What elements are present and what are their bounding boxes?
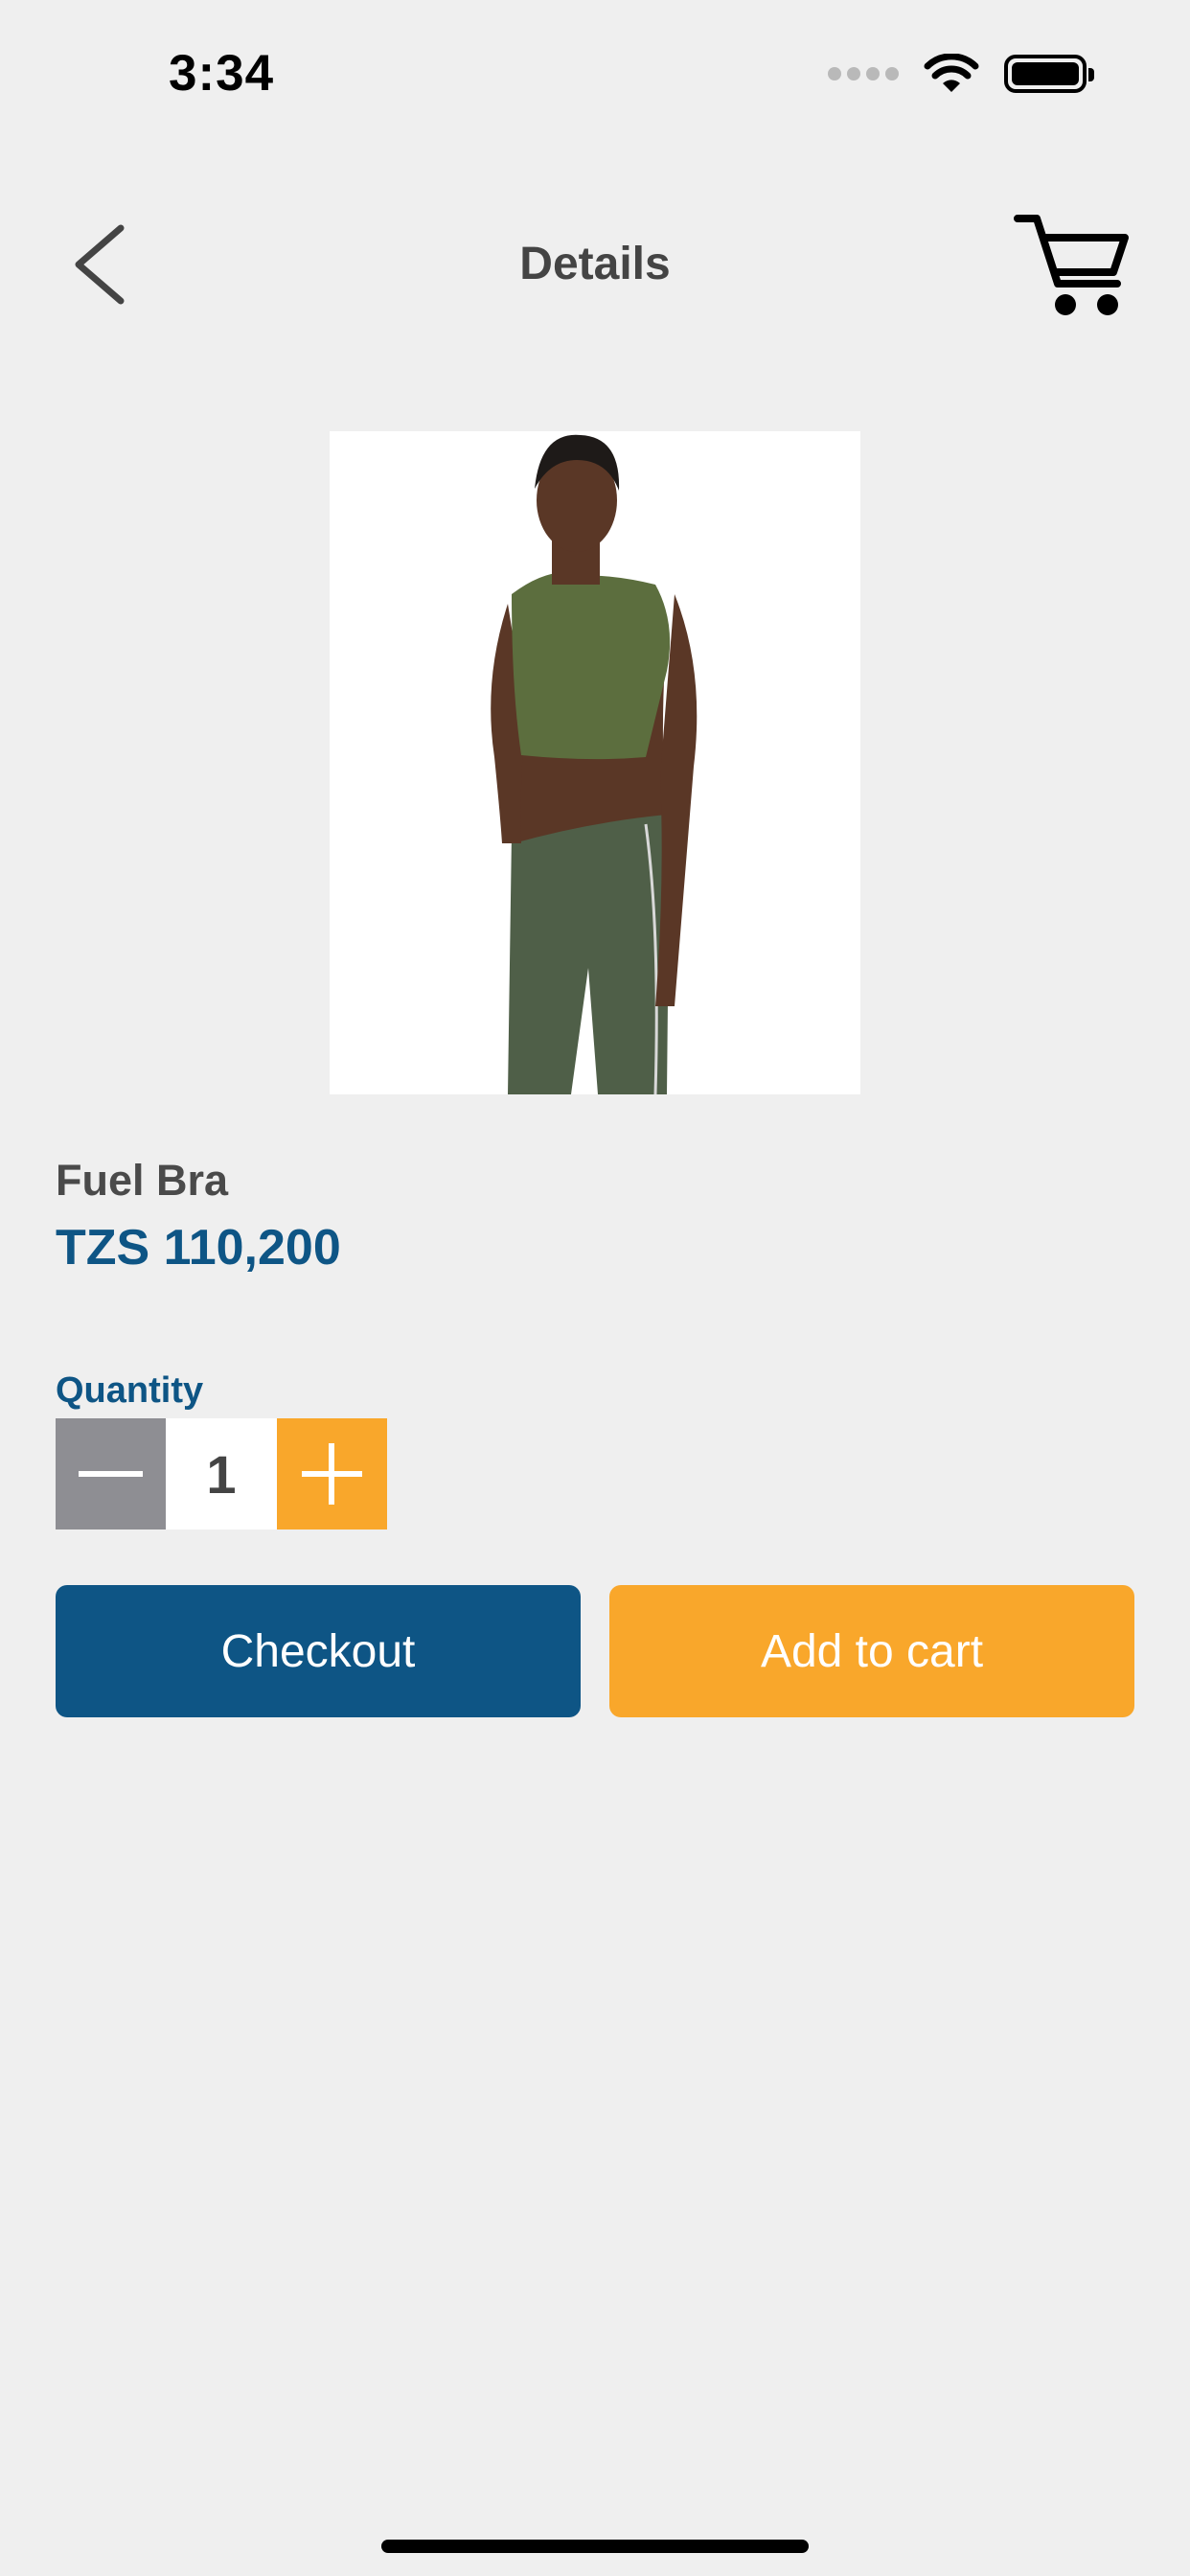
details-screen: 3:34 Details Fuel Bra TZS 110,200 Quanti… xyxy=(0,0,1190,2576)
product-name: Fuel Bra xyxy=(56,1156,229,1205)
quantity-value: 1 xyxy=(166,1418,277,1530)
product-image xyxy=(330,431,860,1094)
cart-icon xyxy=(1014,215,1129,315)
product-photo xyxy=(330,431,860,1094)
quantity-stepper: 1 xyxy=(56,1418,387,1530)
signal-icon xyxy=(828,67,899,80)
increment-button[interactable] xyxy=(277,1418,387,1530)
page-title: Details xyxy=(519,239,671,289)
decrement-button[interactable] xyxy=(56,1418,166,1530)
status-icons xyxy=(828,54,1094,94)
cart-button[interactable] xyxy=(1014,209,1133,320)
add-to-cart-button[interactable]: Add to cart xyxy=(609,1585,1134,1717)
battery-icon xyxy=(1004,55,1094,93)
wifi-icon xyxy=(924,54,979,92)
quantity-label: Quantity xyxy=(56,1370,204,1411)
status-time: 3:34 xyxy=(169,45,275,102)
product-price: TZS 110,200 xyxy=(56,1220,341,1276)
home-indicator[interactable] xyxy=(381,2540,809,2553)
checkout-button[interactable]: Checkout xyxy=(56,1585,581,1717)
